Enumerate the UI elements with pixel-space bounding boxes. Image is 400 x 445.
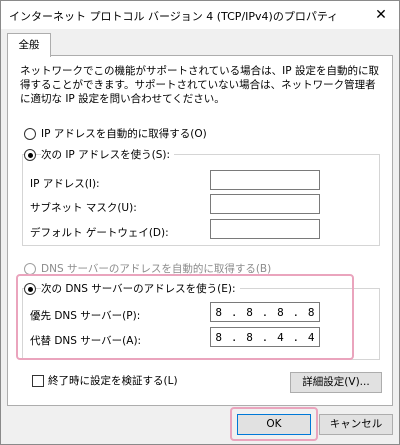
ip-auto-label[interactable]: IP アドレスを自動的に取得する(O) xyxy=(41,126,207,141)
validate-checkbox[interactable] xyxy=(32,375,44,387)
advanced-button-label: 詳細設定(V)... xyxy=(302,376,370,388)
dns-highlight-box xyxy=(16,274,354,360)
ip-auto-radio[interactable] xyxy=(24,128,36,140)
tab-general[interactable]: 全般 xyxy=(7,33,51,57)
subnet-mask-label: サブネット マスク(U): xyxy=(30,202,137,214)
general-panel: ネットワークでこの機能がサポートされている場合は、IP 設定を自動的に取得するこ… xyxy=(7,55,393,406)
validate-label[interactable]: 終了時に設定を検証する(L) xyxy=(48,373,178,388)
default-gateway-input[interactable] xyxy=(210,219,320,239)
title-bar: インターネット プロトコル バージョン 4 (TCP/IPv4)のプロパティ ✕ xyxy=(1,1,399,29)
ip-address-input[interactable] xyxy=(210,170,320,190)
cancel-button[interactable]: キャンセル xyxy=(319,414,393,435)
ip-manual-radio[interactable] xyxy=(24,149,36,161)
subnet-mask-input[interactable] xyxy=(210,194,320,214)
close-icon: ✕ xyxy=(375,7,387,23)
ok-button-label: OK xyxy=(266,418,282,430)
advanced-button[interactable]: 詳細設定(V)... xyxy=(290,372,382,393)
ok-button[interactable]: OK xyxy=(237,414,311,435)
ip-address-label: IP アドレス(I): xyxy=(30,178,100,190)
close-button[interactable]: ✕ xyxy=(369,5,393,25)
default-gateway-label: デフォルト ゲートウェイ(D): xyxy=(30,227,169,239)
ip-manual-label[interactable]: 次の IP アドレスを使う(S): xyxy=(41,147,174,162)
properties-dialog: インターネット プロトコル バージョン 4 (TCP/IPv4)のプロパティ ✕… xyxy=(0,0,400,445)
description-text: ネットワークでこの機能がサポートされている場合は、IP 設定を自動的に取得するこ… xyxy=(20,65,379,105)
tab-general-label: 全般 xyxy=(18,39,40,51)
cancel-button-label: キャンセル xyxy=(329,418,383,430)
window-title: インターネット プロトコル バージョン 4 (TCP/IPv4)のプロパティ xyxy=(9,10,339,23)
